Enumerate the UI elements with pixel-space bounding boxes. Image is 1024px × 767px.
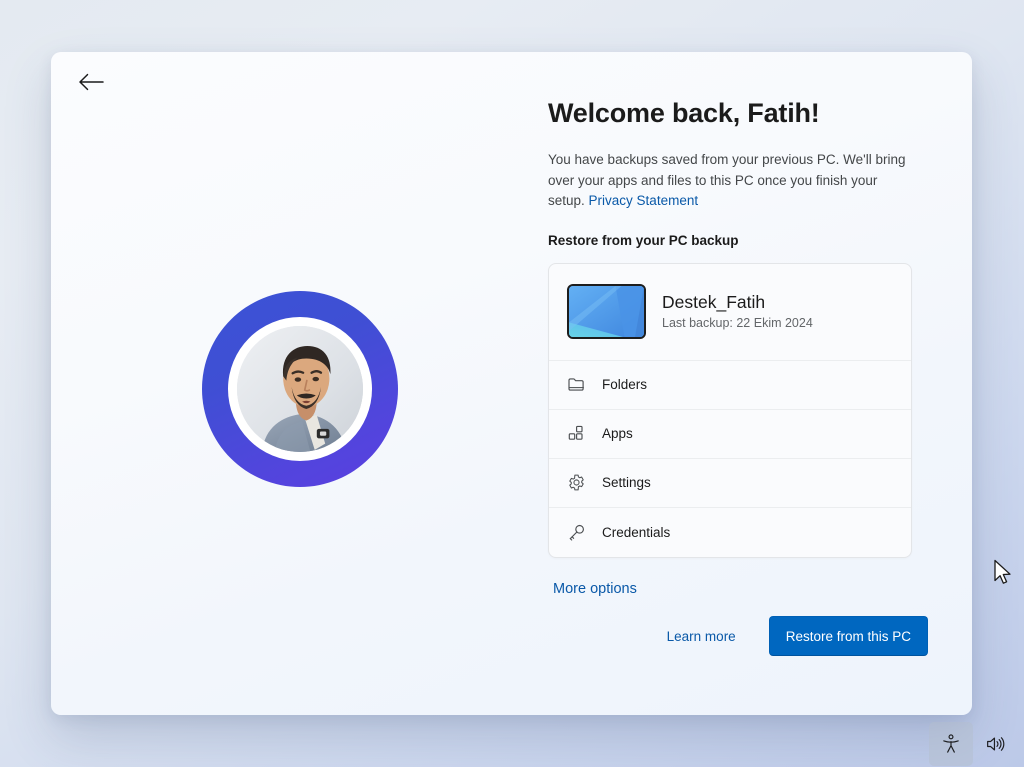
- volume-button[interactable]: [973, 722, 1017, 766]
- backup-item-label: Credentials: [602, 524, 671, 540]
- restore-from-this-pc-button[interactable]: Restore from this PC: [768, 616, 928, 656]
- avatar: [201, 290, 398, 487]
- backup-last-date: Last backup: 22 Ekim 2024: [662, 316, 813, 330]
- accessibility-button[interactable]: [929, 722, 973, 766]
- backup-item-folders[interactable]: Folders: [549, 361, 911, 410]
- backup-card-header: Destek_Fatih Last backup: 22 Ekim 2024: [549, 264, 911, 360]
- more-options-link[interactable]: More options: [553, 581, 637, 597]
- user-photo-avatar: [236, 325, 363, 452]
- backup-item-label: Settings: [602, 475, 651, 490]
- footer-actions: Learn more Restore from this PC: [667, 616, 928, 656]
- pc-wallpaper-thumbnail: [567, 284, 646, 339]
- setup-window: Welcome back, Fatih! You have backups sa…: [51, 52, 972, 715]
- key-icon: [567, 523, 586, 542]
- backup-item-label: Apps: [602, 426, 633, 441]
- apps-grid-icon: [567, 424, 586, 443]
- gear-icon: [567, 473, 586, 492]
- taskbar-tray: [929, 722, 1017, 766]
- backup-device-name: Destek_Fatih: [662, 292, 766, 312]
- learn-more-link[interactable]: Learn more: [667, 629, 736, 644]
- folder-icon: [567, 375, 586, 394]
- mouse-pointer: [993, 559, 1013, 587]
- privacy-statement-link[interactable]: Privacy Statement: [589, 193, 699, 208]
- backup-item-label: Folders: [602, 377, 648, 392]
- avatar-pane: [51, 52, 548, 715]
- description-text: You have backups saved from your previou…: [548, 150, 914, 212]
- section-heading: Restore from your PC backup: [548, 232, 739, 248]
- accessibility-icon: [940, 733, 962, 755]
- page-title: Welcome back, Fatih!: [548, 98, 820, 128]
- speaker-volume-icon: [984, 733, 1006, 755]
- backup-items-list: Folders Apps Settings Credentials: [549, 359, 911, 557]
- backup-item-apps[interactable]: Apps: [549, 410, 911, 459]
- backup-card: Destek_Fatih Last backup: 22 Ekim 2024 F…: [548, 262, 912, 558]
- backup-item-credentials[interactable]: Credentials: [549, 508, 911, 557]
- backup-item-settings[interactable]: Settings: [549, 459, 911, 508]
